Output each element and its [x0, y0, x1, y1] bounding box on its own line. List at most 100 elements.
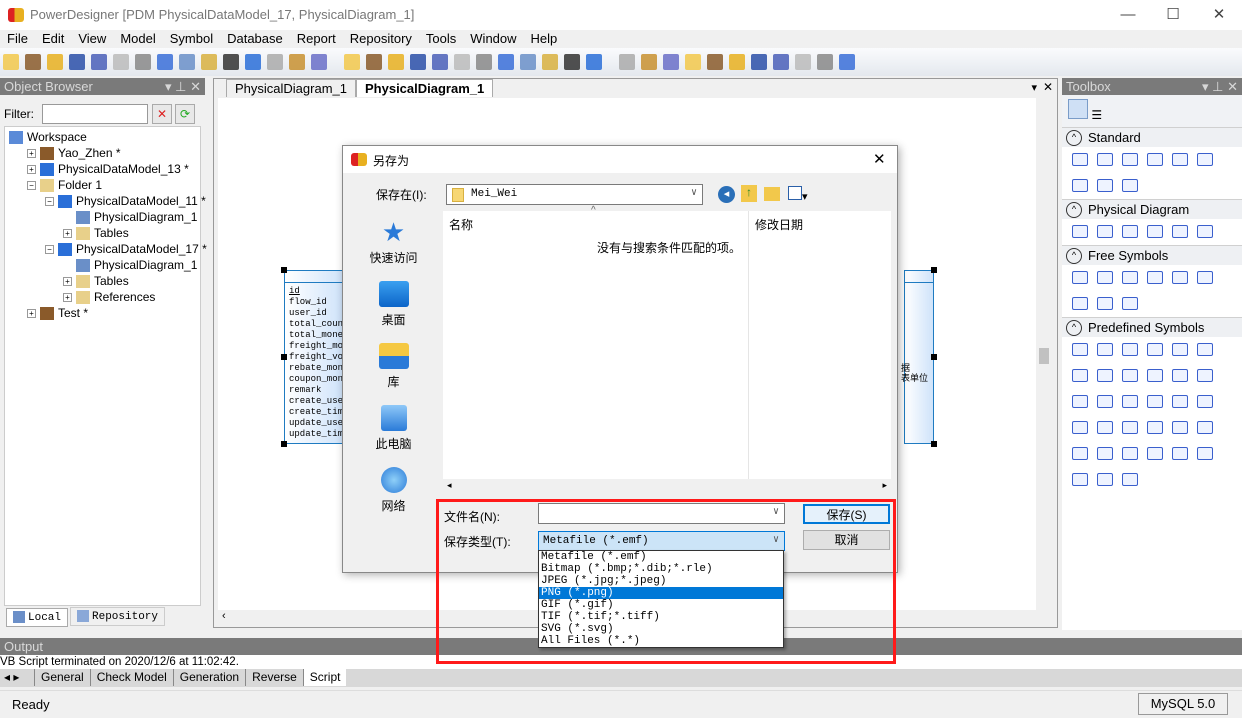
menu-file[interactable]: File [0, 30, 35, 48]
selection-handle[interactable] [281, 441, 287, 447]
procedure-icon[interactable] [1172, 225, 1188, 238]
shape-23-icon[interactable] [1172, 421, 1188, 434]
maximize-button[interactable]: ☐ [1150, 4, 1196, 26]
reference-icon[interactable] [1147, 225, 1163, 238]
fill-icon[interactable] [520, 54, 536, 70]
tree-item[interactable]: Workspace [9, 129, 87, 145]
refresh-icon[interactable] [410, 54, 426, 70]
align6-icon[interactable] [729, 54, 745, 70]
package-icon[interactable] [1072, 225, 1088, 238]
new-icon[interactable] [3, 54, 19, 70]
expand-icon[interactable]: + [63, 277, 72, 287]
redo-icon[interactable] [267, 54, 283, 70]
tree-item[interactable]: + References [63, 289, 155, 305]
shape-12-icon[interactable] [1197, 369, 1213, 382]
toolbox-section-free-symbols[interactable]: ^ Free Symbols [1062, 245, 1242, 265]
menu-edit[interactable]: Edit [35, 30, 71, 48]
properties-icon[interactable] [1197, 153, 1213, 166]
shape-6-icon[interactable] [1197, 343, 1213, 356]
place-desktop[interactable]: 桌面 [351, 281, 436, 328]
tab-list-icon[interactable]: ▾ [1031, 81, 1037, 94]
align-icon[interactable] [619, 54, 635, 70]
grabber-icon[interactable] [1097, 153, 1113, 166]
menu-database[interactable]: Database [220, 30, 290, 48]
list-icon[interactable] [795, 54, 811, 70]
tree-item[interactable]: + Yao_Zhen * [27, 145, 121, 161]
expand-icon[interactable]: + [63, 293, 72, 303]
shape-9-icon[interactable] [1122, 369, 1138, 382]
menu-view[interactable]: View [71, 30, 113, 48]
shape-15-icon[interactable] [1122, 395, 1138, 408]
paste-as-shortcut-icon[interactable] [366, 54, 382, 70]
shape-31-icon[interactable] [1072, 473, 1088, 486]
collapse-icon[interactable]: − [45, 245, 54, 255]
collapse-icon[interactable]: − [27, 181, 36, 191]
shape-19-icon[interactable] [1072, 421, 1088, 434]
shape-4-icon[interactable] [1147, 343, 1163, 356]
shape-20-icon[interactable] [1097, 421, 1113, 434]
menu-help[interactable]: Help [524, 30, 565, 48]
file-list[interactable]: 名称 ^ 修改日期 没有与搜索条件匹配的项。 ◂ ▸ [443, 205, 891, 491]
tree-item[interactable]: PhysicalDiagram_1 [63, 209, 197, 225]
toolbox-section-standard[interactable]: ^ Standard [1062, 127, 1242, 147]
file-icon[interactable] [1197, 225, 1213, 238]
minimize-button[interactable]: — [1105, 4, 1151, 26]
new-diagram-icon[interactable] [344, 54, 360, 70]
arrow-right-icon[interactable] [586, 54, 602, 70]
vertical-scrollbar[interactable] [1036, 98, 1052, 610]
tree-item[interactable]: + Test * [27, 305, 88, 321]
collapse-section-icon[interactable]: ^ [1066, 130, 1082, 146]
view-icon[interactable] [1122, 225, 1138, 238]
rounded-rectangle-icon[interactable] [1072, 297, 1088, 310]
shape-18-icon[interactable] [1197, 395, 1213, 408]
close-button[interactable]: ✕ [1196, 4, 1242, 26]
output-tab-generation[interactable]: Generation [172, 669, 245, 686]
tree-item[interactable]: + PhysicalDataModel_13 * [27, 161, 189, 177]
tree-item[interactable]: − PhysicalDataModel_11 * [45, 193, 206, 209]
place-quick-access[interactable]: ★ 快速访问 [351, 219, 436, 266]
copy-icon[interactable] [179, 54, 195, 70]
shape-16-icon[interactable] [1147, 395, 1163, 408]
open-folder-icon[interactable] [47, 54, 63, 70]
shape-13-icon[interactable] [1072, 395, 1088, 408]
place-this-pc[interactable]: 此电脑 [351, 405, 436, 452]
shape-26-icon[interactable] [1097, 447, 1113, 460]
shape-10-icon[interactable] [1147, 369, 1163, 382]
title-icon[interactable] [1072, 271, 1088, 284]
collapse-section-icon[interactable]: ^ [1066, 320, 1082, 336]
shape-27-icon[interactable] [1122, 447, 1138, 460]
text-icon[interactable] [1097, 271, 1113, 284]
shape-29-icon[interactable] [1172, 447, 1188, 460]
ellipse-icon[interactable] [1197, 271, 1213, 284]
menu-tools[interactable]: Tools [419, 30, 463, 48]
open-model-icon[interactable] [25, 54, 41, 70]
tree-item[interactable]: + Tables [63, 225, 129, 241]
align3-icon[interactable] [663, 54, 679, 70]
cut-icon[interactable] [157, 54, 173, 70]
expand-icon[interactable]: + [27, 165, 36, 175]
tab-local[interactable]: Local [6, 608, 69, 627]
tree-item[interactable]: + Tables [63, 273, 129, 289]
shape-17-icon[interactable] [1172, 395, 1188, 408]
tab-scroll-arrows-icon[interactable]: ◂ ▸ [0, 669, 34, 686]
shape-21-icon[interactable] [1122, 421, 1138, 434]
note-icon[interactable] [1097, 179, 1113, 192]
tree-item[interactable]: PhysicalDiagram_1 [63, 257, 197, 273]
save-icon[interactable] [69, 54, 85, 70]
diagram-tab-2[interactable]: PhysicalDiagram_1 [356, 79, 494, 97]
polygon-icon[interactable] [1122, 297, 1138, 310]
arc-icon[interactable] [1147, 271, 1163, 284]
menu-report[interactable]: Report [290, 30, 343, 48]
output-tab-general[interactable]: General [34, 669, 90, 686]
filter-input[interactable] [42, 104, 148, 124]
file-list-hscrollbar[interactable]: ◂ ▸ [443, 479, 891, 491]
shape-24-icon[interactable] [1197, 421, 1213, 434]
view-icon[interactable] [773, 54, 789, 70]
shape-8-icon[interactable] [1097, 369, 1113, 382]
print-icon[interactable] [135, 54, 151, 70]
shape-22-icon[interactable] [1147, 421, 1163, 434]
rectangle-icon[interactable] [1172, 271, 1188, 284]
align2-icon[interactable] [641, 54, 657, 70]
shape-33-icon[interactable] [1122, 473, 1138, 486]
shadow-icon[interactable] [454, 54, 470, 70]
